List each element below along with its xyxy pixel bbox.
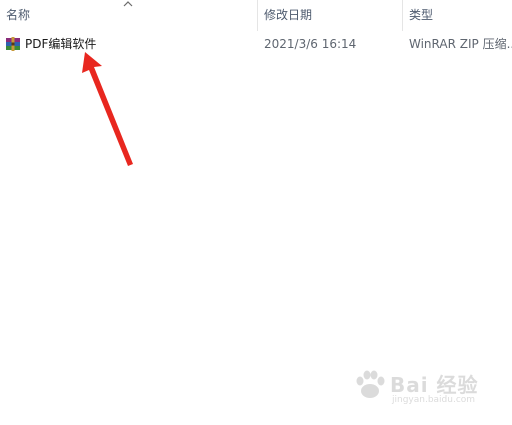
baidu-watermark: Bai 经验 jingyan.baidu.com (352, 363, 502, 411)
file-modified-date: 2021/3/6 16:14 (264, 37, 357, 51)
file-row[interactable]: PDF编辑软件 2021/3/6 16:14 WinRAR ZIP 压缩... (0, 33, 512, 55)
annotation-arrow-icon (82, 52, 133, 166)
paw-logo-icon (356, 370, 385, 398)
file-name: PDF编辑软件 (25, 37, 97, 51)
chevron-up-icon (123, 1, 133, 7)
column-header-modified[interactable]: 修改日期 (258, 0, 403, 32)
winrar-archive-icon (6, 37, 20, 51)
watermark-brand: Bai 经验 (390, 373, 479, 397)
column-header-type[interactable]: 类型 (403, 0, 512, 32)
column-header-row: 名称 修改日期 类型 (0, 0, 512, 32)
file-explorer-list-view: 名称 修改日期 类型 PDF编辑软件 2021/3/6 16:14 WinRAR… (0, 0, 512, 425)
file-type: WinRAR ZIP 压缩... (409, 37, 512, 51)
watermark-url: jingyan.baidu.com (392, 395, 476, 405)
